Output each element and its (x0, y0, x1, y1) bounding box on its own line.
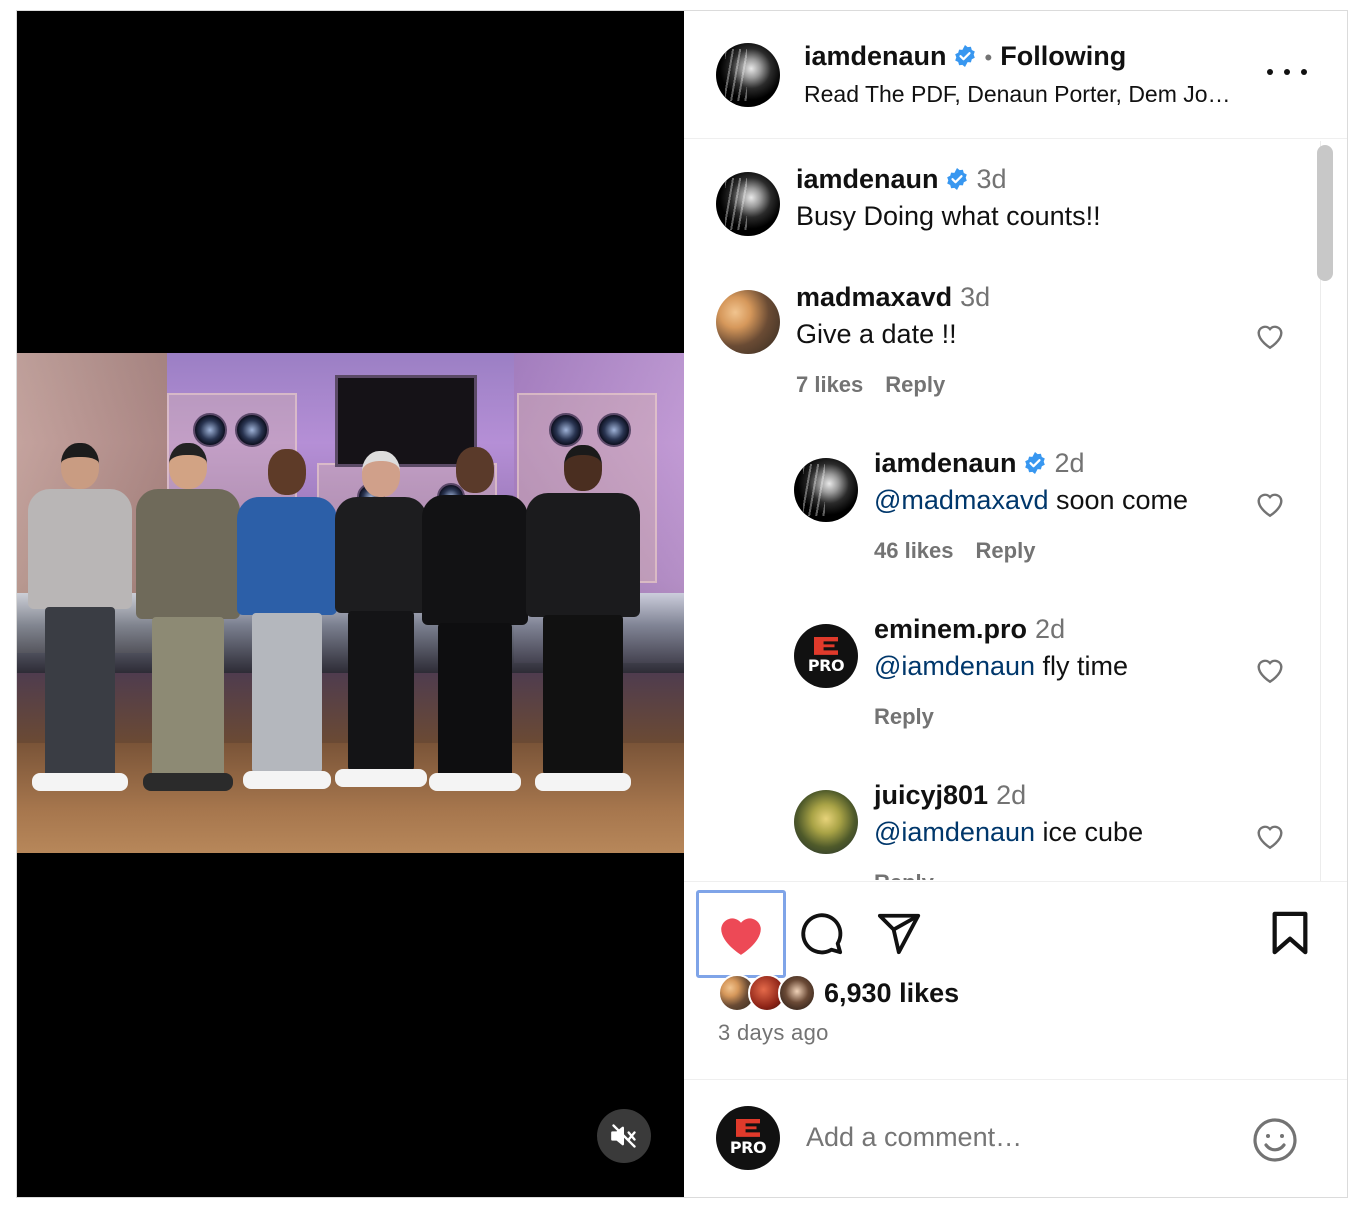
more-horizontal-icon (1267, 69, 1273, 75)
comment-username[interactable]: eminem.pro (874, 614, 1027, 644)
post-sidebar: iamdenaun • Following Read The PDF, Denaun… (684, 11, 1347, 1197)
liker-avatar (778, 974, 816, 1012)
comment-item: madmaxavd 3d Give a date !! 7 likes Reply (716, 282, 1316, 412)
author-line: iamdenaun • Following (804, 41, 1126, 72)
reply-button[interactable]: Reply (874, 870, 934, 880)
photo-person (421, 423, 529, 813)
comment-reply-item: iamdenaun 2d @madmaxavd soon come 46 like… (794, 448, 1316, 578)
post-header: iamdenaun • Following Read The PDF, Denaun… (684, 11, 1347, 139)
comment-icon[interactable] (798, 910, 844, 956)
heart-filled-icon (721, 918, 761, 955)
comment-reply-item: PRO eminem.pro 2d @iamdenaun fly time Rep… (794, 614, 1316, 744)
caption-time[interactable]: 3d (977, 164, 1007, 194)
more-options-button[interactable] (1267, 59, 1307, 85)
photo-person (333, 423, 429, 813)
pro-badge-text: PRO (729, 1138, 767, 1158)
caption-text: Busy Doing what counts!! (796, 201, 1101, 231)
likes-count[interactable]: 6,930 likes (824, 978, 959, 1009)
comment-username[interactable]: juicyj801 (874, 780, 988, 810)
author-avatar[interactable] (716, 43, 780, 107)
photo-person (25, 423, 135, 813)
heart-outline-icon[interactable] (1254, 320, 1286, 350)
comment-username[interactable]: madmaxavd (796, 282, 952, 312)
pro-logo-icon (735, 1118, 761, 1137)
comment-avatar[interactable] (794, 458, 858, 522)
current-user-avatar[interactable]: PRO (716, 1106, 780, 1170)
add-comment-input[interactable] (806, 1122, 1226, 1153)
comment-reply-item: juicyj801 2d @iamdenaun ice cube Reply (794, 780, 1316, 880)
comment-likes[interactable]: 7 likes (796, 372, 863, 397)
post-photo[interactable] (17, 353, 684, 853)
heart-outline-icon[interactable] (1254, 820, 1286, 850)
reply-button[interactable]: Reply (885, 372, 945, 397)
comment-mention[interactable]: @madmaxavd (874, 485, 1048, 515)
comment-time[interactable]: 2d (1035, 614, 1065, 644)
post-modal: iamdenaun • Following Read The PDF, Denaun… (16, 10, 1348, 1198)
bookmark-icon[interactable] (1270, 910, 1310, 956)
heart-outline-icon[interactable] (1254, 654, 1286, 684)
reply-button[interactable]: Reply (976, 538, 1036, 563)
following-button[interactable]: Following (1000, 41, 1126, 71)
caption-username[interactable]: iamdenaun (796, 164, 939, 194)
comments-list: iamdenaun 3d Busy Doing what counts!! mad… (684, 140, 1347, 880)
post-actions: 6,930 likes 3 days ago (684, 881, 1347, 1081)
comment-username[interactable]: iamdenaun (874, 448, 1017, 478)
comment-time[interactable]: 2d (996, 780, 1026, 810)
author-username[interactable]: iamdenaun (804, 41, 947, 71)
comment-composer: PRO (684, 1079, 1347, 1197)
emoji-icon[interactable] (1251, 1116, 1299, 1164)
comment-text: Give a date !! (796, 319, 957, 349)
heart-outline-icon[interactable] (1254, 488, 1286, 518)
comment-mention[interactable]: @iamdenaun (874, 817, 1035, 847)
comment-time[interactable]: 2d (1055, 448, 1085, 478)
post-timestamp[interactable]: 3 days ago (718, 1020, 829, 1046)
verified-badge-icon (954, 45, 975, 67)
comment-avatar[interactable] (716, 290, 780, 354)
like-button[interactable] (696, 890, 786, 978)
separator-dot: • (984, 45, 993, 70)
comment-avatar[interactable]: PRO (794, 624, 858, 688)
comment-mention[interactable]: @iamdenaun (874, 651, 1035, 681)
likers-avatars[interactable] (718, 974, 816, 1014)
post-media[interactable] (17, 11, 684, 1197)
paper-plane-icon[interactable] (876, 910, 922, 956)
comment-text: fly time (1035, 651, 1129, 681)
speaker-muted-icon (611, 1124, 636, 1148)
comment-likes[interactable]: 46 likes (874, 538, 954, 563)
comment-avatar[interactable] (794, 790, 858, 854)
pro-badge-text: PRO (807, 656, 845, 676)
reply-button[interactable]: Reply (874, 704, 934, 729)
photo-person (133, 423, 243, 813)
photo-person (235, 423, 339, 813)
pro-logo-icon (813, 636, 839, 655)
caption-avatar[interactable] (716, 172, 780, 236)
verified-badge-icon (946, 168, 967, 190)
verified-badge-icon (1024, 452, 1045, 474)
photo-person (525, 423, 641, 813)
comment-text: soon come (1048, 485, 1189, 515)
mute-toggle-button[interactable] (597, 1109, 651, 1163)
comment-time[interactable]: 3d (960, 282, 990, 312)
audio-subtitle[interactable]: Read The PDF, Denaun Porter, Dem Jo… (804, 81, 1231, 108)
comment-text: ice cube (1035, 817, 1144, 847)
